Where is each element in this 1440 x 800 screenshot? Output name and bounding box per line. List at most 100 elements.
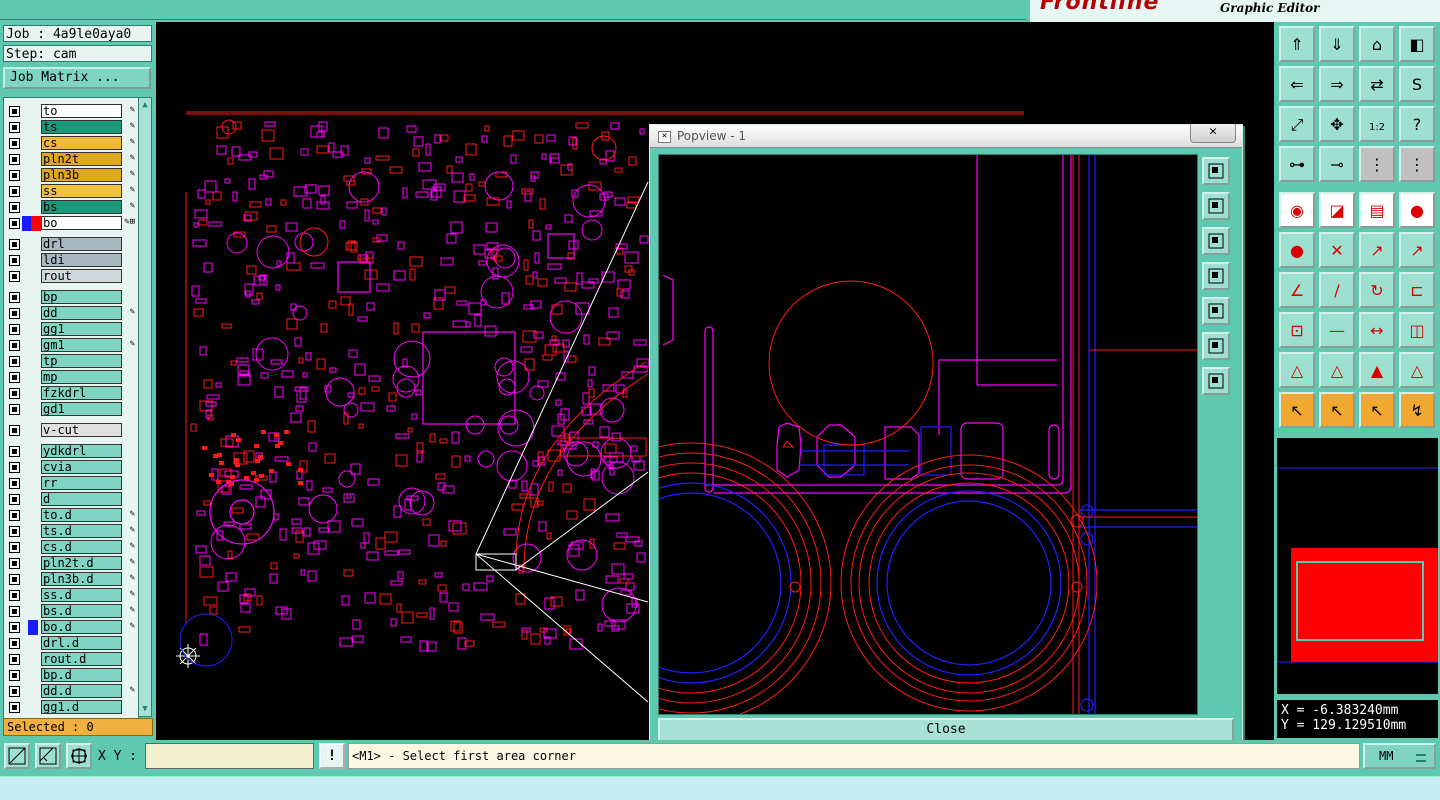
layer-name[interactable]: v-cut [41, 423, 122, 437]
layer-row[interactable]: to ✎ [4, 104, 138, 119]
popview-tool-icon[interactable] [1202, 297, 1230, 325]
transform-icon[interactable]: ⊡ [1279, 312, 1315, 348]
layer-name[interactable]: gd1 [41, 402, 122, 416]
layer-name[interactable]: d [41, 492, 122, 506]
layer-row[interactable]: bo.d ✎ [4, 620, 138, 635]
layer-name[interactable]: drl [41, 237, 122, 251]
layer-row[interactable]: ts.d ✎ [4, 524, 138, 539]
layer-checkbox[interactable] [9, 186, 20, 197]
xy-input[interactable] [145, 743, 314, 769]
pan-right-icon[interactable]: ⇒ [1319, 66, 1355, 102]
layer-checkbox[interactable] [9, 138, 20, 149]
layer-diff-icon[interactable]: ⋮ [1399, 146, 1435, 182]
popview-canvas[interactable] [550, 154, 1198, 724]
snake-icon[interactable]: S [1399, 66, 1435, 102]
layer-name[interactable]: bp.d [41, 668, 122, 682]
zoom-fit-icon[interactable]: ⤢ [1279, 106, 1315, 142]
layer-name[interactable]: pln3b.d [41, 572, 122, 586]
layer-name[interactable]: rout [41, 269, 122, 283]
layer-name[interactable]: dd [41, 306, 122, 320]
layer-checkbox[interactable] [9, 462, 20, 473]
layer-row[interactable]: pln2t ✎ [4, 152, 138, 167]
layer-row[interactable]: pln3b.d ✎ [4, 572, 138, 587]
popview-tool-icon[interactable] [1202, 192, 1230, 220]
layer-row[interactable]: bs.d ✎ [4, 604, 138, 619]
pointer-icon[interactable]: ↖ [1279, 392, 1315, 428]
layer-checkbox[interactable] [9, 606, 20, 617]
layer-checkbox[interactable] [9, 202, 20, 213]
layer-row[interactable]: pln2t.d ✎ [4, 556, 138, 571]
layer-row[interactable]: gg1 [4, 322, 138, 337]
layer-checkbox[interactable] [9, 404, 20, 415]
popview-titlebar[interactable]: ✕ Popview - 1 ✕ [650, 124, 1242, 148]
layer-row[interactable]: pln3b ✎ [4, 168, 138, 183]
pan-down-icon[interactable]: ⇓ [1319, 26, 1355, 62]
layer-row[interactable]: bo ✎⊞ [4, 216, 138, 231]
layer-row[interactable]: ts ✎ [4, 120, 138, 135]
arc-icon[interactable]: ↻ [1359, 272, 1395, 308]
layer-checkbox[interactable] [9, 239, 20, 250]
layer-row[interactable]: rr [4, 476, 138, 491]
layer-name[interactable]: ts.d [41, 524, 122, 538]
grid-snap-icon[interactable] [66, 743, 92, 769]
layer-name[interactable]: drl.d [41, 636, 122, 650]
select-point-icon[interactable]: ↖ [1359, 392, 1395, 428]
layer-row[interactable]: rout.d [4, 652, 138, 667]
layer-name[interactable]: mp [41, 370, 122, 384]
layer-compare-icon[interactable]: ⋮ [1359, 146, 1395, 182]
layer-checkbox[interactable] [9, 308, 20, 319]
select-net-icon[interactable]: ↯ [1399, 392, 1435, 428]
layer-row[interactable]: gd1 [4, 402, 138, 417]
layer-name[interactable]: rout.d [41, 652, 122, 666]
layer-name[interactable]: cvia [41, 460, 122, 474]
layer-checkbox[interactable] [9, 590, 20, 601]
exclaim-button[interactable]: ! [319, 743, 345, 769]
layer-row[interactable]: tp [4, 354, 138, 369]
layer-name[interactable]: to [41, 104, 122, 118]
layer-row[interactable]: fzkdrl [4, 386, 138, 401]
overview-minimap[interactable] [1276, 438, 1438, 694]
popview-tool-icon[interactable] [1202, 227, 1230, 255]
pad-select-icon[interactable]: ◉ [1279, 192, 1315, 228]
layer-checkbox[interactable] [9, 154, 20, 165]
layer-checkbox[interactable] [9, 425, 20, 436]
layer-name[interactable]: ydkdrl [41, 444, 122, 458]
layer-checkbox[interactable] [9, 526, 20, 537]
layer-checkbox[interactable] [9, 356, 20, 367]
layer-row[interactable]: dd.d ✎ [4, 684, 138, 699]
layer-row[interactable]: gg1.d [4, 700, 138, 715]
move-node-icon[interactable]: ↗ [1359, 232, 1395, 268]
menu-bar[interactable] [0, 0, 1026, 20]
measure-icon[interactable] [35, 743, 61, 769]
connect-icon[interactable]: ● [1279, 232, 1315, 268]
layer-row[interactable]: cs.d ✎ [4, 540, 138, 555]
layer-checkbox[interactable] [9, 574, 20, 585]
layer-checkbox[interactable] [9, 702, 20, 713]
scroll-up-icon[interactable]: ▲ [140, 100, 150, 110]
layer-checkbox[interactable] [9, 558, 20, 569]
layer-name[interactable]: gg1 [41, 322, 122, 336]
layer-checkbox[interactable] [9, 324, 20, 335]
ruler-icon[interactable]: ▤ [1359, 192, 1395, 228]
popview-tool-icon[interactable] [1202, 262, 1230, 290]
probe-icon[interactable]: ⊸ [1319, 146, 1355, 182]
zoom-center-icon[interactable]: ✥ [1319, 106, 1355, 142]
line-draw-icon[interactable]: ∕ [1319, 272, 1355, 308]
layer-row[interactable]: v-cut [4, 423, 138, 438]
distance-icon[interactable]: ↔ [1359, 312, 1395, 348]
layer-row[interactable]: ldi [4, 253, 138, 268]
layer-name[interactable]: gm1 [41, 338, 122, 352]
swap-icon[interactable]: ⇄ [1359, 66, 1395, 102]
layer-row[interactable]: ss.d ✎ [4, 588, 138, 603]
layer-checkbox[interactable] [9, 255, 20, 266]
layer-checkbox[interactable] [9, 106, 20, 117]
layer-row[interactable]: bp.d [4, 668, 138, 683]
circle-pad-icon[interactable]: ● [1399, 192, 1435, 228]
measure-tool-icon[interactable]: ⊶ [1279, 146, 1315, 182]
layer-name[interactable]: ts [41, 120, 122, 134]
triangle-small-icon[interactable]: △ [1279, 352, 1315, 388]
layer-name[interactable]: bp [41, 290, 122, 304]
delete-node-icon[interactable]: ✕ [1319, 232, 1355, 268]
layer-checkbox[interactable] [9, 670, 20, 681]
layer-name[interactable]: dd.d [41, 684, 122, 698]
